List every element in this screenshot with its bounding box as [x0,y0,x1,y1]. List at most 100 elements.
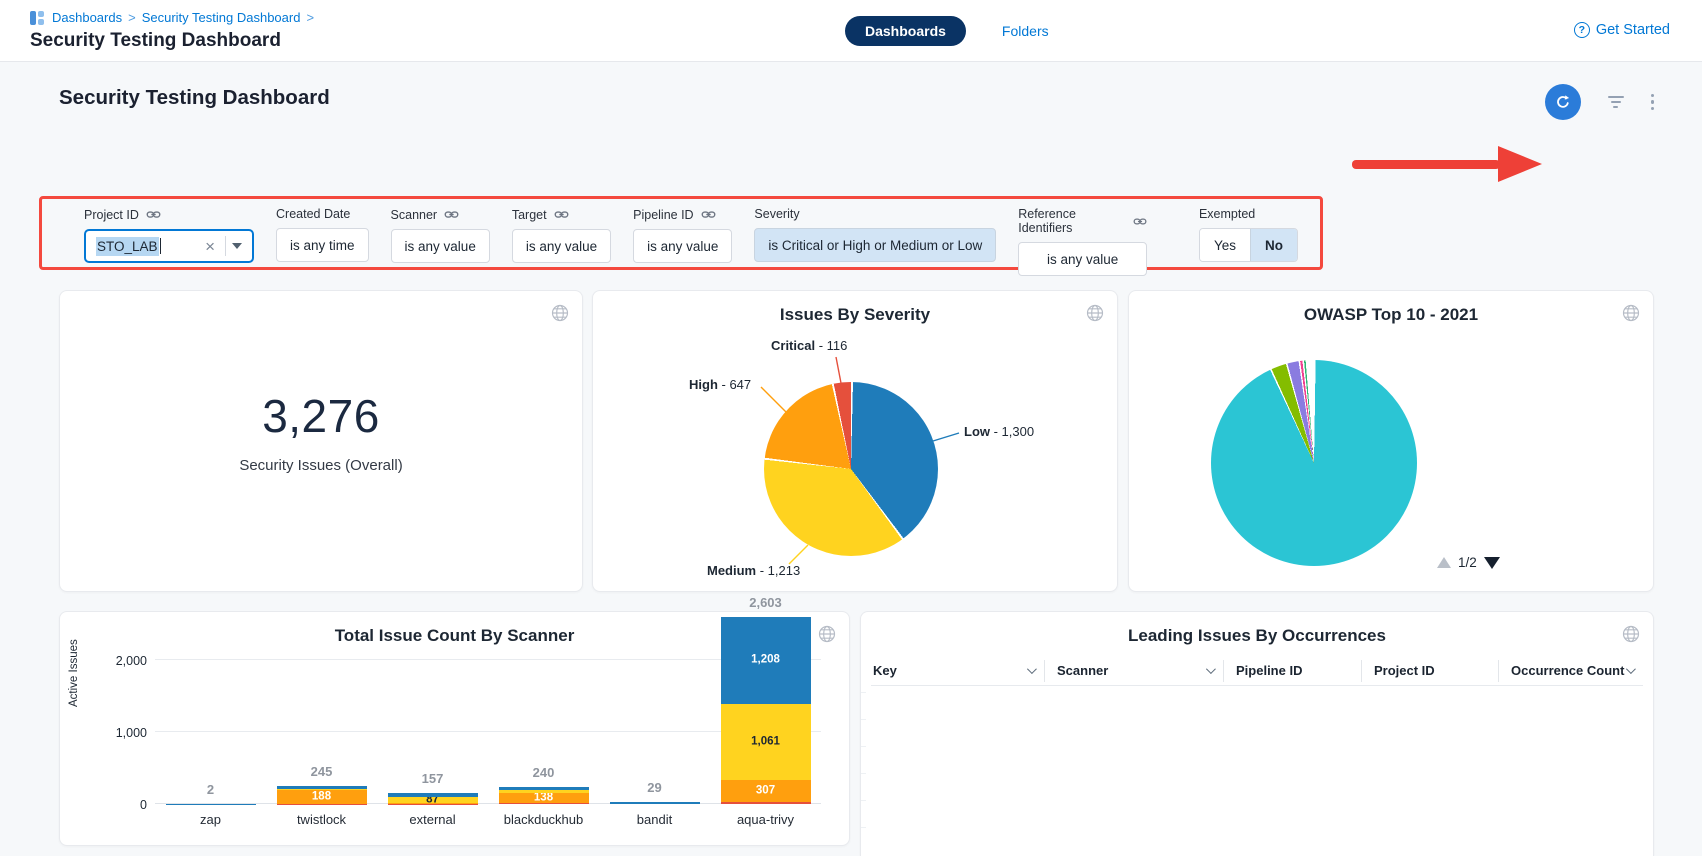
tile-title: Leading Issues By Occurrences [861,612,1653,646]
filter-scanner: Scanner is any value [391,207,490,263]
table-header-row: Key Scanner Pipeline ID Project ID Occur… [871,656,1643,686]
bar-total-value: 2 [207,782,214,797]
bar-segment-high: 188 [277,790,367,804]
window-title: Security Testing Dashboard [30,30,281,52]
bar-bandit[interactable]: 29 [599,672,710,804]
tab-folders[interactable]: Folders [1002,23,1049,39]
bar-category-twistlock: twistlock [266,812,377,827]
globe-icon[interactable] [550,303,570,323]
bar-category-labels: zaptwistlockexternalblackduckhubbanditaq… [155,812,821,827]
page-down-icon[interactable] [1484,557,1500,569]
bar-segment-value: 1,208 [721,654,811,666]
bar-chart[interactable]: 0 1,000 2,000 218824587157138240293071,0… [155,672,821,804]
tile-title: Issues By Severity [593,291,1117,325]
filter-label: Reference Identifiers [1018,207,1126,235]
kebab-menu-icon[interactable] [1651,94,1655,111]
help-icon: ? [1574,22,1590,38]
y-tick: 1,000 [93,726,147,740]
bar-segment-medium [277,789,367,790]
bar-category-aqua-trivy: aqua-trivy [710,812,821,827]
column-header-key[interactable]: Key [871,660,1044,682]
link-icon[interactable] [554,207,569,222]
link-icon[interactable] [701,207,716,222]
chevron-down-icon[interactable] [232,243,242,249]
bar-external[interactable]: 87157 [377,672,488,804]
scanner-filter-button[interactable]: is any value [391,229,490,263]
severity-filter-button[interactable]: is Critical or High or Medium or Low [754,228,996,262]
get-started-link[interactable]: ? Get Started [1574,22,1670,38]
dashboards-grid-icon [30,11,44,25]
bar-segment-value: 307 [721,785,811,797]
page-up-icon[interactable] [1437,557,1451,568]
filter-pipeline-id: Pipeline ID is any value [633,207,732,263]
severity-pie-chart[interactable] [764,382,938,556]
column-header-project-id[interactable]: Project ID [1361,660,1498,682]
column-header-occurrence-count[interactable]: Occurrence Count [1498,660,1643,682]
issues-by-severity-tile: Issues By Severity Critical - 116 High -… [592,290,1118,592]
column-header-scanner[interactable]: Scanner [1044,660,1223,682]
leading-issues-tile: Leading Issues By Occurrences Key Scanne… [860,611,1654,856]
breadcrumb-current[interactable]: Security Testing Dashboard [142,10,301,25]
created-date-filter-button[interactable]: is any time [276,228,369,262]
globe-icon[interactable] [1621,303,1641,323]
bar-columns: 218824587157138240293071,0611,2082,603 [155,672,821,804]
reference-identifiers-filter-button[interactable]: is any value [1018,242,1147,276]
security-issues-overall-tile: 3,276 Security Issues (Overall) [59,290,583,592]
filter-created-date: Created Date is any time [276,207,369,262]
filter-bar-highlight-box: Project ID STO_LAB × Created Date is any… [39,196,1323,270]
bar-segment-critical [721,802,811,804]
filter-label: Scanner [391,208,438,222]
annotation-arrow [1352,144,1546,184]
globe-icon[interactable] [1621,624,1641,644]
tab-dashboards[interactable]: Dashboards [845,16,966,46]
bar-segment-medium: 1,061 [721,704,811,780]
clear-icon[interactable]: × [199,238,221,255]
filter-label: Exempted [1199,207,1255,221]
globe-icon[interactable] [1085,303,1105,323]
y-axis-label: Active Issues [68,639,80,707]
bar-aqua-trivy[interactable]: 3071,0611,2082,603 [710,672,821,804]
bar-segment-medium: 87 [388,797,478,803]
bar-twistlock[interactable]: 188245 [266,672,377,804]
pipeline-id-filter-button[interactable]: is any value [633,229,732,263]
link-icon[interactable] [146,207,161,222]
project-id-input[interactable]: STO_LAB × [84,229,254,263]
breadcrumb-separator: > [128,10,136,25]
pie-label-critical: Critical - 116 [771,338,847,353]
exempted-yes-option[interactable]: Yes [1200,229,1250,261]
bar-segment-value: 138 [499,792,589,804]
bar-zap[interactable]: 2 [155,672,266,804]
tile-title: OWASP Top 10 - 2021 [1129,291,1653,325]
input-divider [225,236,226,256]
link-icon[interactable] [1133,214,1147,229]
dashboard-filter-icon[interactable] [1607,96,1625,108]
filter-reference-identifiers: Reference Identifiers is any value [1018,207,1147,276]
globe-icon[interactable] [817,624,837,644]
bar-category-bandit: bandit [599,812,710,827]
target-filter-button[interactable]: is any value [512,229,611,263]
bar-blackduckhub[interactable]: 138240 [488,672,599,804]
chevron-down-icon [1206,664,1216,674]
owasp-top10-tile: OWASP Top 10 - 2021 1/2 [1128,290,1654,592]
column-header-pipeline-id[interactable]: Pipeline ID [1223,660,1361,682]
filter-label: Severity [754,207,799,221]
filter-label: Target [512,208,547,222]
bar-category-zap: zap [155,812,266,827]
bar-segment-value: 188 [277,791,367,803]
bar-segment-high: 138 [499,793,589,803]
owasp-pie-chart[interactable] [1211,360,1417,566]
refresh-button[interactable] [1545,84,1581,120]
link-icon[interactable] [444,207,459,222]
get-started-label: Get Started [1596,22,1670,38]
bar-segment-value: 1,061 [721,736,811,748]
breadcrumb-dashboards[interactable]: Dashboards [52,10,122,25]
bar-segment-low [499,787,589,790]
filter-severity: Severity is Critical or High or Medium o… [754,207,996,262]
pie-label-low: Low - 1,300 [964,424,1034,439]
filter-project-id: Project ID STO_LAB × [84,207,254,263]
pie-label-medium: Medium - 1,213 [707,563,800,578]
bar-total-value: 2,603 [749,595,782,610]
top-bar: Dashboards > Security Testing Dashboard … [0,0,1702,62]
issue-count-by-scanner-tile: Total Issue Count By Scanner Active Issu… [59,611,850,846]
exempted-no-option[interactable]: No [1250,229,1297,261]
